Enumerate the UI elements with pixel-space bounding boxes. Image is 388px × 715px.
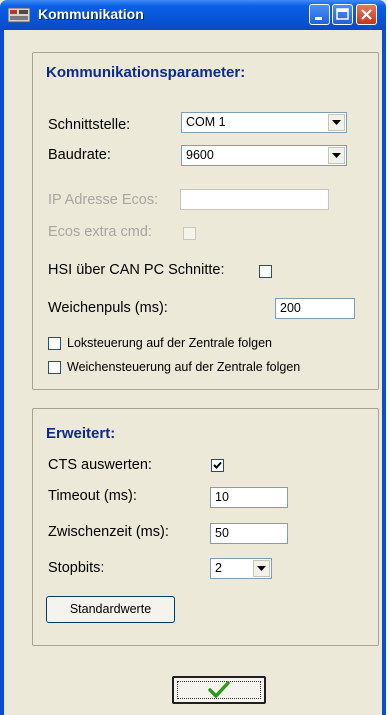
interface-select[interactable]: COM 1 <box>181 112 347 133</box>
checkmark-icon <box>213 461 222 469</box>
defaults-button[interactable]: Standardwerte <box>46 596 175 623</box>
chevron-down-icon[interactable] <box>328 147 345 164</box>
interface-value: COM 1 <box>186 115 226 129</box>
ok-button[interactable] <box>172 676 266 704</box>
checkmark-icon <box>208 681 230 698</box>
baud-select[interactable]: 9600 <box>181 145 347 166</box>
baud-value: 9600 <box>186 148 214 162</box>
switch-follow-checkbox[interactable] <box>48 361 61 374</box>
ip-address-input[interactable] <box>180 189 329 210</box>
minimize-button[interactable] <box>309 4 330 25</box>
interval-input[interactable]: 50 <box>210 523 288 544</box>
maximize-button[interactable] <box>332 4 353 25</box>
communication-group-title: Kommunikationsparameter: <box>46 64 246 81</box>
stopbits-select[interactable]: 2 <box>210 558 272 579</box>
chevron-down-icon[interactable] <box>328 114 345 131</box>
window-border-right <box>382 30 386 715</box>
loco-follow-checkbox[interactable] <box>48 337 61 350</box>
interface-label: Schnittstelle: <box>48 117 131 133</box>
ip-address-label: IP Adresse Ecos: <box>48 192 159 208</box>
minimize-icon <box>315 17 322 20</box>
stopbits-label: Stopbits: <box>48 560 105 576</box>
window-border-left <box>0 30 4 715</box>
title-bar[interactable]: Kommunikation <box>0 0 386 30</box>
loco-follow-label: Loksteuerung auf der Zentrale folgen <box>67 336 272 350</box>
cts-label: CTS auswerten: <box>48 457 152 473</box>
chevron-down-icon[interactable] <box>253 560 270 577</box>
timeout-input[interactable]: 10 <box>210 487 288 508</box>
switch-pulse-input[interactable]: 200 <box>275 298 355 319</box>
maximize-icon <box>336 8 349 20</box>
stopbits-value: 2 <box>215 561 222 575</box>
close-button[interactable] <box>356 4 377 25</box>
interval-label: Zwischenzeit (ms): <box>48 524 169 540</box>
switch-follow-label: Weichensteuerung auf der Zentrale folgen <box>67 360 301 374</box>
extended-group-title: Erweitert: <box>46 425 116 442</box>
baud-label: Baudrate: <box>48 147 111 163</box>
dialog-window: Kommunikation Kommunikationsparameter: S… <box>0 0 386 715</box>
hsi-can-label: HSI über CAN PC Schnitte: <box>48 262 225 278</box>
close-icon <box>361 9 372 20</box>
app-icon <box>8 7 30 23</box>
cts-checkbox[interactable] <box>211 459 224 472</box>
window-title: Kommunikation <box>38 6 144 22</box>
hsi-can-checkbox[interactable] <box>259 265 272 278</box>
timeout-label: Timeout (ms): <box>48 488 137 504</box>
ecos-extra-cmd-label: Ecos extra cmd: <box>48 224 152 240</box>
switch-pulse-label: Weichenpuls (ms): <box>48 300 168 316</box>
ecos-extra-cmd-checkbox[interactable] <box>183 227 196 240</box>
